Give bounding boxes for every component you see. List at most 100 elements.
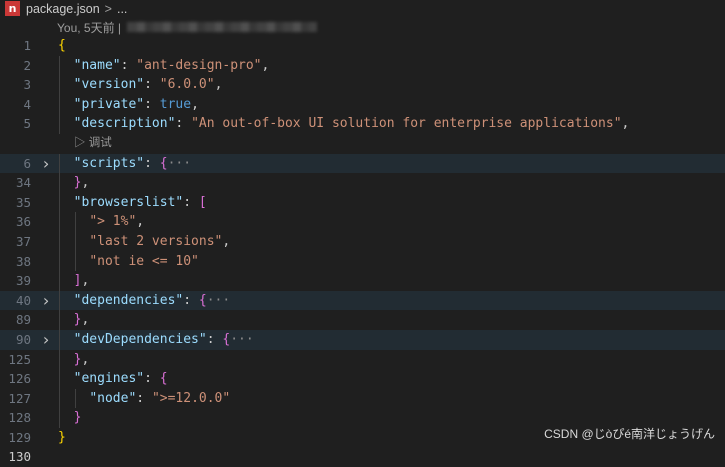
code-text: "private": true, [74, 95, 199, 115]
watermark: CSDN @じòぴé南洋じょうげん [544, 427, 715, 441]
code-line[interactable]: 125}, [0, 349, 725, 370]
code-text: }, [74, 310, 90, 330]
code-line[interactable]: 3 "version": "6.0.0", [0, 75, 725, 95]
line-number: 5 [23, 116, 31, 132]
line-number: 4 [23, 96, 31, 112]
breadcrumb-file[interactable]: package.json [26, 2, 100, 16]
code-token: : [175, 116, 192, 132]
code-line[interactable]: 40 › "dependencies": {··· [0, 290, 725, 311]
code-token: , [621, 116, 630, 132]
line-number: 2 [23, 57, 31, 73]
code-token: } [73, 410, 82, 426]
codelens-row[interactable]: ▷ 调试 [0, 134, 725, 154]
fold-chevron-icon[interactable]: › [40, 154, 52, 174]
code-line[interactable]: 90 › "devDependencies": {··· [0, 329, 725, 350]
code-text: } [58, 428, 66, 448]
git-blame-annotation[interactable]: You, 5天前 | [57, 18, 318, 36]
code-token: { [58, 38, 66, 53]
code-token: "engines" [73, 371, 145, 387]
fold-chevron-icon[interactable]: › [40, 330, 52, 350]
code-line[interactable]: 2 "name": "ant-design-pro", [0, 55, 725, 76]
code-token: } [58, 429, 66, 445]
code-line[interactable]: 126 "engines": { [0, 369, 725, 389]
code-token: [ [198, 194, 207, 210]
code-token: : [144, 155, 160, 171]
code-line[interactable]: 1{ [0, 36, 725, 56]
indent-guide [74, 388, 76, 409]
code-token: ··· [230, 331, 254, 347]
indent-guide [74, 212, 76, 232]
code-token: , [191, 96, 199, 112]
code-line[interactable]: 6 › "scripts": {··· [0, 153, 725, 174]
code-line[interactable]: 34}, [0, 173, 725, 193]
code-line[interactable]: 38 "not ie <= 10" [0, 251, 725, 272]
line-number: 36 [15, 214, 31, 230]
code-line[interactable]: 130 [0, 447, 725, 467]
code-token: , [261, 57, 270, 73]
code-token: "scripts" [73, 155, 145, 171]
indent-guide [59, 388, 60, 409]
breadcrumb: n package.json > ... [0, 0, 725, 17]
indent-guide [59, 114, 60, 134]
fold-chevron-icon[interactable]: › [40, 291, 52, 311]
indent-guide [59, 75, 60, 95]
indent-guide [59, 369, 60, 389]
line-number: 35 [15, 194, 31, 210]
code-token: "node" [89, 390, 137, 406]
debug-codelens[interactable]: ▷ 调试 [74, 134, 112, 154]
code-text: "browserslist": [ [74, 193, 207, 213]
code-text: "last 2 versions", [89, 232, 230, 252]
code-text: "> 1%", [89, 212, 144, 232]
code-token: , [81, 175, 90, 191]
code-token: : [183, 194, 199, 210]
line-number: 34 [15, 175, 31, 191]
code-editor[interactable]: 1{2 "name": "ant-design-pro", 3 "version": … [0, 36, 725, 467]
line-number: 89 [15, 312, 31, 328]
code-token: : [206, 331, 223, 347]
line-number: 1 [23, 38, 31, 53]
blame-text: You, 5天前 | [57, 20, 122, 35]
code-text: }, [74, 173, 90, 193]
code-token: ··· [206, 292, 231, 308]
code-token: "ant-design-pro" [136, 57, 262, 73]
indent-guide [74, 251, 76, 272]
code-text: "description": "An out-of-box UI solutio… [74, 114, 630, 134]
line-number: 129 [8, 429, 31, 445]
code-text: }, [74, 350, 90, 370]
code-token: : [120, 57, 137, 73]
indent-guide [59, 310, 60, 330]
code-token: : [136, 390, 152, 406]
breadcrumb-more[interactable]: ... [117, 2, 127, 16]
code-line[interactable]: 39], [0, 271, 725, 291]
code-token: , [136, 214, 145, 230]
code-token: : [183, 292, 199, 308]
line-number: 39 [15, 273, 31, 289]
code-text: "devDependencies": {··· [74, 330, 254, 350]
code-text: "scripts": {··· [74, 154, 191, 174]
code-token: "version" [73, 77, 145, 93]
code-token: , [81, 273, 90, 289]
code-token: ··· [167, 155, 192, 171]
code-line[interactable]: 35 "browserslist": [ [0, 192, 725, 213]
line-number: 130 [8, 449, 31, 465]
code-line[interactable]: 37 "last 2 versions", [0, 231, 725, 252]
code-line[interactable]: 36 "> 1%", [0, 212, 725, 232]
code-line[interactable]: 127 "node": ">=12.0.0" [0, 388, 725, 409]
code-text: "name": "ant-design-pro", [74, 56, 270, 76]
npm-icon: n [5, 1, 20, 16]
indent-guide [59, 212, 60, 232]
indent-guide [59, 329, 60, 350]
indent-guide [59, 192, 60, 213]
line-number: 127 [8, 390, 31, 406]
code-token: , [81, 351, 90, 367]
code-token: "> 1%" [89, 214, 137, 230]
code-token: "browserslist" [73, 194, 184, 210]
code-line[interactable]: 4 "private": true, [0, 94, 725, 115]
code-token: "An out-of-box UI solution for enterpris… [191, 116, 622, 132]
code-line[interactable]: 89}, [0, 310, 725, 330]
code-line[interactable]: 5 "description": "An out-of-box UI soluti… [0, 114, 725, 134]
code-token: "name" [73, 57, 121, 73]
indent-guide [59, 290, 60, 311]
code-text: } [74, 408, 82, 428]
code-token: ">=12.0.0" [151, 390, 231, 406]
